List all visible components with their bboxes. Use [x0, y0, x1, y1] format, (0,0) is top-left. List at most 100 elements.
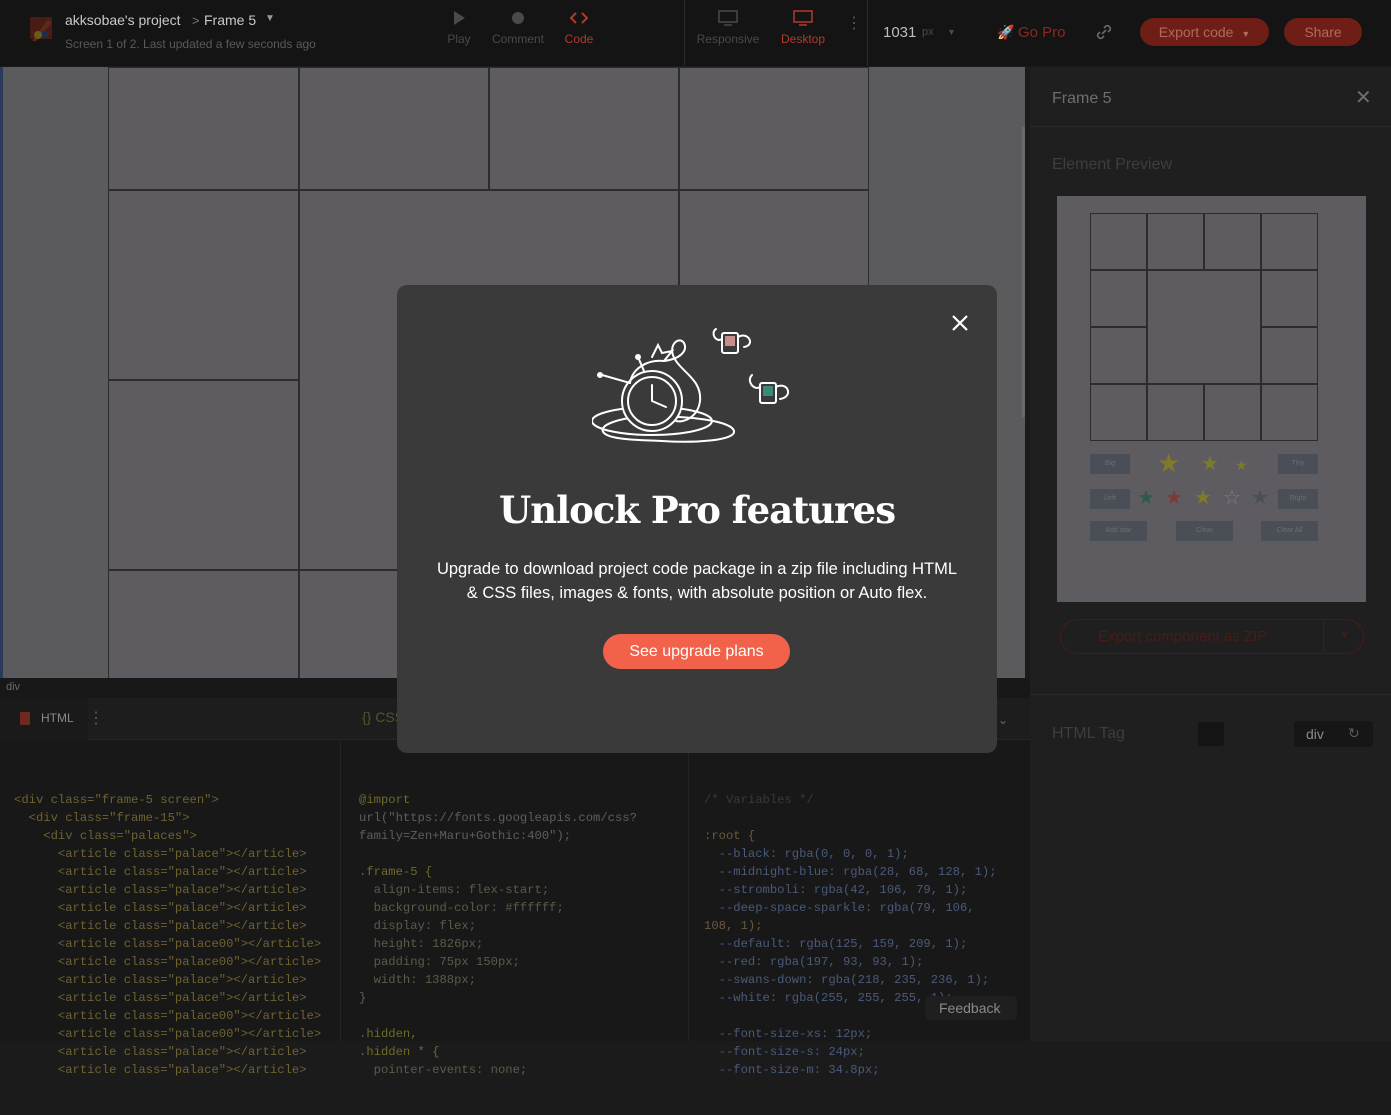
palace-cell [299, 67, 489, 190]
divider [684, 0, 685, 66]
html-code-editor[interactable]: <div class="frame-5 screen"> <div class=… [14, 755, 321, 1115]
more-vertical-icon[interactable]: ⋮ [846, 16, 862, 32]
variables-code-line: --stromboli: rgba(42, 106, 79, 1); [704, 883, 968, 897]
app-logo-icon[interactable] [28, 15, 56, 43]
see-upgrade-plans-button[interactable]: See upgrade plans [603, 634, 790, 669]
html-code-line: <div class="frame-15"> [14, 811, 190, 825]
variables-code-line: --deep-space-sparkle: rgba(79, 106, [704, 901, 975, 915]
project-name-link[interactable]: akksobae's project [65, 12, 181, 28]
html-code-line: <article class="palace"></article> [14, 865, 307, 879]
width-unit: px [922, 26, 934, 38]
comment-tool[interactable]: Comment [483, 10, 553, 46]
chevron-down-icon[interactable]: ⌄ [998, 713, 1008, 727]
preview-cell [1090, 213, 1147, 270]
variables-code-editor[interactable]: /* Variables */ :root { --black: rgba(0,… [704, 755, 997, 1115]
preview-cell [1261, 327, 1318, 384]
preview-cell [1261, 384, 1318, 441]
divider [867, 0, 868, 66]
variables-code-line: :root { [704, 829, 756, 843]
html-code-line: <article class="palace"></article> [14, 847, 307, 861]
width-value[interactable]: 1031 [883, 24, 916, 41]
rocket-icon: 🚀 [997, 24, 1015, 40]
play-label: Play [447, 32, 471, 46]
variables-code-line: --font-size-xs: 12px; [704, 1027, 873, 1041]
element-preview: Big ★ ★ ★ Tiny Left ★ ★ ★ ☆ ★ Right Add … [1057, 196, 1366, 602]
star-icon: ★ [1251, 487, 1269, 509]
variables-code-line: --red: rgba(197, 93, 93, 1); [704, 955, 924, 969]
star-icon: ★ [1194, 487, 1212, 509]
share-button[interactable]: Share [1284, 18, 1362, 46]
preview-center [1147, 270, 1261, 384]
share-label: Share [1304, 24, 1342, 40]
css-code-line: } [359, 991, 367, 1005]
preview-cell [1261, 213, 1318, 270]
html-code-line: <div class="frame-5 screen"> [14, 793, 219, 807]
responsive-view[interactable]: Responsive [693, 10, 763, 46]
code-label: Code [564, 32, 594, 46]
more-vertical-icon[interactable]: ⋮ [88, 708, 104, 728]
html-code-line: <article class="palace00"></article> [14, 1027, 322, 1041]
star-icon: ★ [1201, 453, 1219, 475]
css-code-line: url("https://fonts.googleapis.com/css? [359, 811, 637, 825]
preview-right-button: Right [1278, 489, 1318, 509]
chevron-down-icon[interactable]: ▼ [265, 13, 275, 24]
html-code-line: <article class="palace"></article> [14, 991, 307, 1005]
divider [1030, 694, 1391, 695]
html-code-line: <article class="palace"></article> [14, 973, 307, 987]
star-icon: ★ [1157, 448, 1181, 478]
star-icon: ★ [1235, 457, 1248, 473]
preview-cell [1261, 270, 1318, 327]
preview-heading: Element Preview [1052, 156, 1173, 173]
css-code-line: .hidden, [359, 1027, 418, 1041]
clock-illustration [592, 328, 790, 443]
reset-icon[interactable]: ↻ [1348, 725, 1360, 742]
link-icon[interactable] [1095, 23, 1113, 41]
divider [1323, 620, 1324, 653]
palace-cell [108, 190, 299, 380]
palace-cell [108, 67, 299, 190]
preview-cell [1147, 384, 1204, 441]
css-code-line: width: 1388px; [359, 973, 477, 987]
desktop-view[interactable]: Desktop [768, 10, 838, 46]
variables-code-line: --midnight-blue: rgba(28, 68, 128, 1); [704, 865, 997, 879]
modal-body-line-2: & CSS files, images & fonts, with absolu… [466, 584, 928, 602]
top-bar: akksobae's project > Frame 5 ▼ Screen 1 … [0, 0, 1391, 66]
css-code-line: display: flex; [359, 919, 477, 933]
variables-code-line: 108, 1); [704, 919, 763, 933]
code-tool[interactable]: Code [544, 10, 614, 46]
css-code-editor[interactable]: @import url("https://fonts.googleapis.com… [359, 755, 637, 1115]
css-code-line: align-items: flex-start; [359, 883, 550, 897]
css-code-line: @import [359, 793, 411, 807]
palace-cell [108, 380, 299, 570]
go-pro-link[interactable]: Go Pro [1018, 24, 1066, 41]
frame-name-dropdown[interactable]: Frame 5 [204, 12, 256, 28]
star-outline-icon: ☆ [1223, 487, 1241, 509]
canvas-scrollbar[interactable] [1022, 127, 1025, 417]
preview-cell [1204, 384, 1261, 441]
palace-cell [679, 67, 869, 190]
chevron-down-icon[interactable]: ▼ [947, 27, 956, 37]
feedback-button[interactable]: Feedback [925, 996, 1017, 1020]
modal-body-line-1: Upgrade to download project code package… [436, 560, 958, 578]
monitor-icon [718, 10, 738, 26]
html-code-line: <div class="palaces"> [14, 829, 197, 843]
chevron-down-icon: ▼ [1241, 29, 1251, 39]
tab-html[interactable]: HTML ⋮ [0, 698, 104, 740]
panel-close-icon[interactable]: ✕ [1355, 85, 1372, 110]
export-code-button[interactable]: Export code ▼ [1140, 18, 1269, 46]
html-code-line: <article class="palace00"></article> [14, 955, 322, 969]
css-code-line: .frame-5 { [359, 865, 433, 879]
html-tag-select[interactable]: div ↻ [1294, 721, 1373, 747]
chevron-down-icon[interactable]: ▼ [1340, 630, 1349, 640]
close-icon[interactable] [950, 313, 970, 333]
modal-body: Upgrade to download project code package… [397, 557, 997, 605]
html5-icon [20, 712, 30, 725]
html-code-line: <article class="palace"></article> [14, 901, 307, 915]
element-tag-indicator: div [6, 681, 21, 693]
export-zip-button[interactable]: Export component as ZIP ▼ [1060, 619, 1364, 654]
star-icon: ★ [1137, 487, 1155, 509]
variables-code-line: /* Variables */ [704, 793, 814, 807]
html-code-line: <article class="palace"></article> [14, 919, 307, 933]
variables-code-line: --swans-down: rgba(218, 235, 236, 1); [704, 973, 990, 987]
preview-tiny-button: Tiny [1278, 454, 1318, 474]
